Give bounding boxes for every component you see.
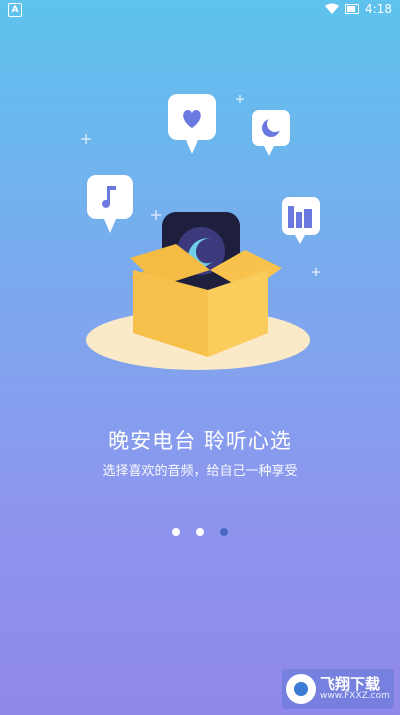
onboarding-illustration [81, 94, 320, 370]
page-dot-1[interactable] [172, 528, 180, 536]
page-dot-3-active[interactable] [220, 528, 228, 536]
city-bubble-icon [282, 197, 320, 244]
watermark: 飞翔下载 www.FXXZ.com [282, 669, 394, 709]
page-indicator[interactable] [0, 528, 400, 536]
onboarding-title: 晚安电台 聆听心选 [108, 429, 292, 453]
heart-bubble-icon [168, 94, 216, 154]
music-bubble-icon [87, 175, 133, 233]
watermark-brand: 飞翔下载 [320, 674, 381, 693]
moon-bubble-icon [252, 110, 290, 156]
page-dot-2[interactable] [196, 528, 204, 536]
onboarding-subtitle: 选择喜欢的音频，给自己一种享受 [102, 464, 298, 479]
watermark-logo-icon [286, 674, 316, 704]
watermark-url: www.FXXZ.com [320, 691, 390, 702]
